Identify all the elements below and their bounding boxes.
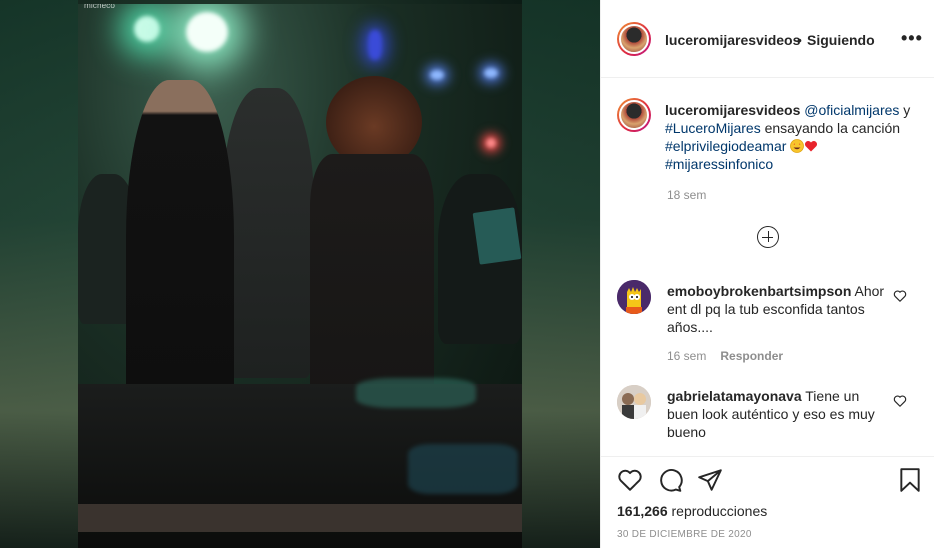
header-separator: •: [797, 32, 802, 48]
floor-reflection: [408, 444, 518, 494]
comment-username[interactable]: emoboybrokenbartsimpson: [667, 283, 851, 299]
reply-button[interactable]: Responder: [720, 349, 783, 363]
media-blur-left: [0, 0, 78, 548]
comment-text: emoboybrokenbartsimpson Ahor ent dl pq l…: [667, 282, 891, 336]
comment-meta: 16 sem Responder: [667, 349, 783, 363]
views-label: reproducciones: [671, 503, 768, 519]
post-caption: luceromijaresvideos @oficialmijares y #L…: [665, 101, 923, 173]
caption-text: y: [899, 102, 911, 118]
paper-plane-icon[interactable]: [697, 467, 723, 493]
comment-like-heart-icon[interactable]: [893, 394, 907, 408]
red-heart-emoji-icon: [805, 140, 818, 152]
following-button[interactable]: Siguiendo: [807, 32, 875, 48]
post-media[interactable]: ᵐᶦᶜʰᵉᶜᵒ: [0, 0, 600, 548]
stage-light: [430, 70, 444, 80]
caption-timestamp: 18 sem: [667, 188, 707, 202]
post-header: luceromijaresvideos • Siguiendo •••: [601, 0, 934, 78]
media-blur-right: [522, 0, 600, 548]
star-struck-emoji-icon: [790, 139, 805, 153]
floor-reflection: [356, 378, 476, 408]
stage-light: [186, 12, 228, 52]
more-options-icon[interactable]: •••: [901, 28, 923, 49]
caption-text: ensayando la canción: [760, 120, 901, 136]
stage-light: [134, 16, 160, 42]
music-stand: [472, 207, 522, 265]
caption-username[interactable]: luceromijaresvideos: [665, 102, 800, 118]
comment-timestamp: 16 sem: [667, 349, 707, 363]
stage-light: [368, 30, 382, 60]
comment-like-heart-icon[interactable]: [893, 289, 907, 303]
post-actions: 161,266 reproducciones 30 DE DICIEMBRE D…: [601, 456, 934, 548]
author-avatar[interactable]: [617, 22, 651, 56]
caption-mention[interactable]: @oficialmijares: [804, 102, 899, 118]
comment-icon[interactable]: [657, 467, 683, 493]
comment-username[interactable]: gabrielatamayonava: [667, 388, 802, 404]
views-number: 161,266: [617, 503, 668, 519]
stage-edge: [78, 504, 522, 532]
heart-icon[interactable]: [617, 467, 643, 493]
views-count[interactable]: 161,266 reproducciones: [617, 503, 767, 519]
video-watermark: ᵐᶦᶜʰᵉᶜᵒ: [84, 4, 115, 14]
bookmark-icon[interactable]: [897, 467, 923, 493]
post-side-panel: luceromijaresvideos • Siguiendo ••• luce…: [600, 0, 934, 548]
caption-avatar[interactable]: [617, 98, 651, 132]
plus-circle-icon[interactable]: [757, 226, 779, 248]
caption-hashtag[interactable]: #elprivilegiodeamar: [665, 138, 786, 154]
post-date[interactable]: 30 DE DICIEMBRE DE 2020: [617, 529, 752, 540]
caption-hashtag[interactable]: #mijaressinfonico: [665, 156, 773, 172]
caption-hashtag[interactable]: #LuceroMijares: [665, 120, 761, 136]
video-player[interactable]: ᵐᶦᶜʰᵉᶜᵒ: [78, 4, 522, 548]
stage-light: [486, 138, 496, 148]
comment-text: gabrielatamayonava Tiene un buen look au…: [667, 387, 891, 441]
background-man: [222, 88, 314, 378]
stage-light: [484, 68, 498, 78]
user-photo-avatar-icon[interactable]: [617, 385, 651, 419]
bart-simpson-avatar-icon[interactable]: [617, 280, 651, 314]
author-username[interactable]: luceromijaresvideos: [665, 32, 800, 48]
